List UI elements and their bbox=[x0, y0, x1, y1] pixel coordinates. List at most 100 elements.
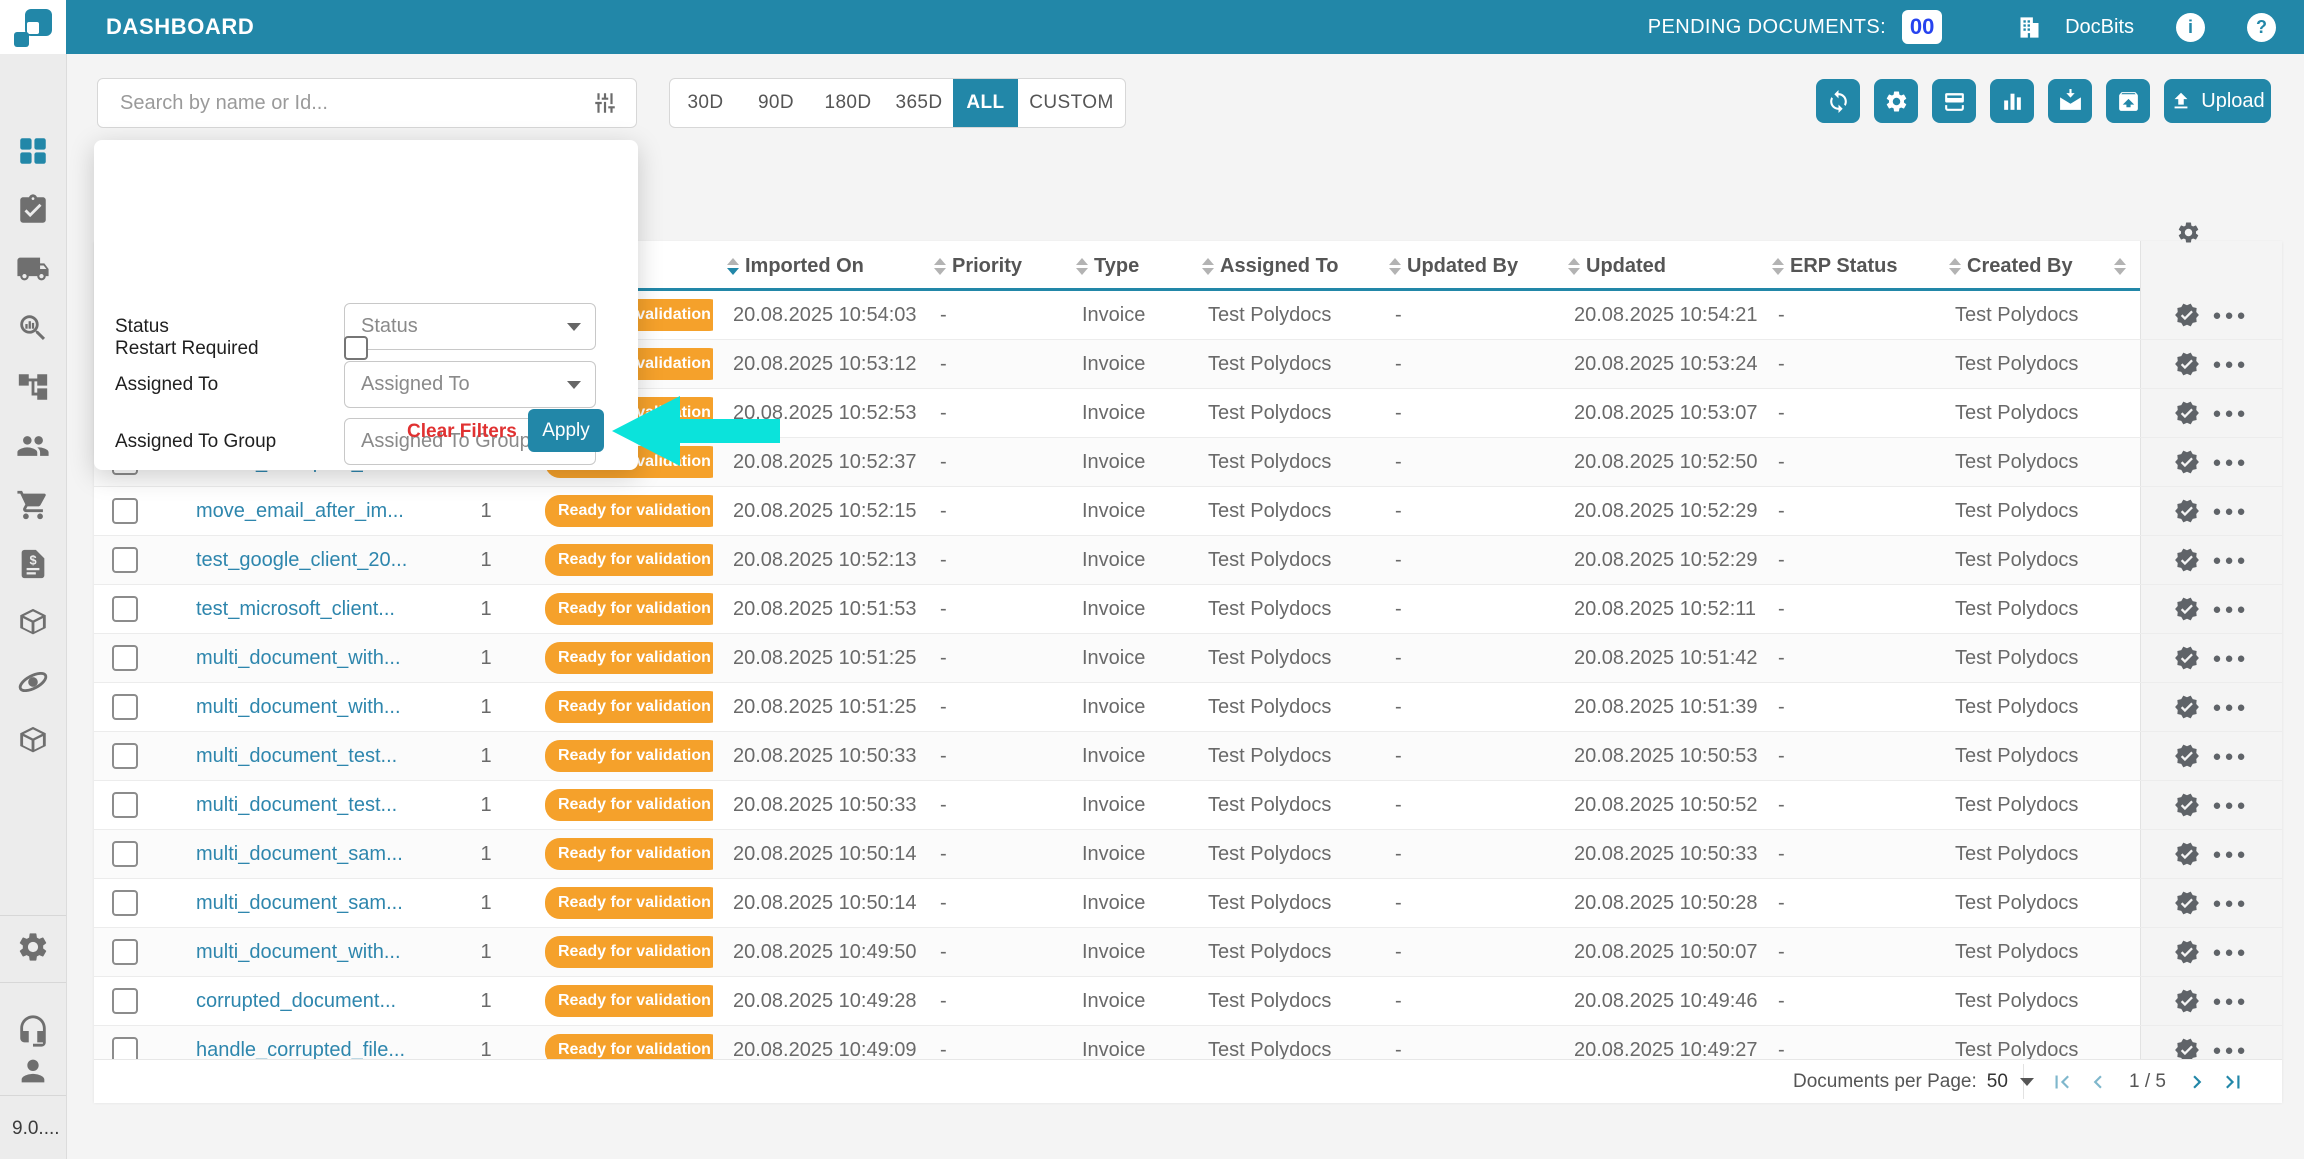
row-actions-menu-icon[interactable]: ●●● bbox=[2212, 601, 2248, 618]
scan-button[interactable] bbox=[1932, 79, 1976, 123]
validated-badge-icon[interactable] bbox=[2174, 400, 2200, 426]
sidebar-item-invoice[interactable]: $ bbox=[16, 547, 50, 581]
sidebar-item-shipping[interactable] bbox=[16, 252, 50, 286]
validated-badge-icon[interactable] bbox=[2174, 645, 2200, 671]
upload-button[interactable]: Upload bbox=[2164, 79, 2271, 123]
sidebar-item-tasks[interactable] bbox=[16, 193, 50, 227]
document-name-link[interactable]: multi_document_test... bbox=[196, 745, 397, 768]
document-name-link[interactable]: multi_document_with... bbox=[196, 647, 401, 670]
sidebar-item-cart[interactable] bbox=[16, 488, 50, 522]
analytics-bars-button[interactable] bbox=[1990, 79, 2034, 123]
sidebar-item-integrations[interactable] bbox=[16, 665, 50, 699]
validated-badge-icon[interactable] bbox=[2174, 547, 2200, 573]
archive-upload-button[interactable] bbox=[2106, 79, 2150, 123]
row-actions-menu-icon[interactable]: ●●● bbox=[2212, 944, 2248, 961]
range-button-custom[interactable]: CUSTOM bbox=[1018, 79, 1125, 127]
sort-icon[interactable] bbox=[2114, 258, 2126, 275]
sidebar-item-package-alt[interactable] bbox=[16, 724, 50, 758]
row-checkbox[interactable] bbox=[112, 596, 138, 622]
per-page-value[interactable]: 50 bbox=[1987, 1071, 2008, 1093]
row-checkbox[interactable] bbox=[112, 841, 138, 867]
validated-badge-icon[interactable] bbox=[2174, 792, 2200, 818]
sort-icon[interactable] bbox=[934, 258, 946, 275]
previous-page-icon[interactable] bbox=[2085, 1069, 2111, 1095]
row-actions-menu-icon[interactable]: ●●● bbox=[2212, 748, 2248, 765]
row-checkbox[interactable] bbox=[112, 792, 138, 818]
sort-icon[interactable] bbox=[1389, 258, 1401, 275]
validated-badge-icon[interactable] bbox=[2174, 988, 2200, 1014]
last-page-icon[interactable] bbox=[2220, 1069, 2246, 1095]
search-input[interactable] bbox=[118, 91, 592, 116]
row-actions-menu-icon[interactable]: ●●● bbox=[2212, 895, 2248, 912]
document-name-link[interactable]: multi_document_with... bbox=[196, 696, 401, 719]
sidebar-item-workflow[interactable] bbox=[16, 370, 50, 404]
column-header-erp-status[interactable]: ERP Status bbox=[1758, 241, 1935, 291]
validated-badge-icon[interactable] bbox=[2174, 694, 2200, 720]
row-checkbox[interactable] bbox=[112, 645, 138, 671]
sidebar-item-dashboard[interactable] bbox=[16, 134, 50, 168]
column-header-type[interactable]: Type bbox=[1062, 241, 1188, 291]
document-name-link[interactable]: test_microsoft_client... bbox=[196, 598, 395, 621]
range-button-all[interactable]: ALL bbox=[953, 79, 1018, 127]
validated-badge-icon[interactable] bbox=[2174, 302, 2200, 328]
row-actions-menu-icon[interactable]: ●●● bbox=[2212, 650, 2248, 667]
restart-required-checkbox[interactable] bbox=[344, 336, 368, 360]
row-checkbox[interactable] bbox=[112, 498, 138, 524]
row-checkbox[interactable] bbox=[112, 547, 138, 573]
docbits-logo-icon[interactable] bbox=[14, 9, 52, 47]
row-actions-menu-icon[interactable]: ●●● bbox=[2212, 503, 2248, 520]
validated-badge-icon[interactable] bbox=[2174, 939, 2200, 965]
organization-menu[interactable]: DocBits bbox=[1980, 14, 2134, 41]
document-name-link[interactable]: multi_document_sam... bbox=[196, 843, 403, 866]
sort-icon[interactable] bbox=[1202, 258, 1214, 275]
column-header-updated-by[interactable]: Updated By bbox=[1375, 241, 1554, 291]
column-header-priority[interactable]: Priority bbox=[920, 241, 1062, 291]
row-checkbox[interactable] bbox=[112, 939, 138, 965]
validated-badge-icon[interactable] bbox=[2174, 890, 2200, 916]
row-actions-menu-icon[interactable]: ●●● bbox=[2212, 405, 2248, 422]
sidebar-item-profile[interactable] bbox=[16, 1054, 50, 1088]
document-name-link[interactable]: multi_document_test... bbox=[196, 794, 397, 817]
info-icon[interactable]: i bbox=[2176, 13, 2205, 42]
sort-icon[interactable] bbox=[1772, 258, 1784, 275]
row-actions-menu-icon[interactable]: ●●● bbox=[2212, 356, 2248, 373]
sidebar-item-analytics[interactable] bbox=[16, 311, 50, 345]
first-page-icon[interactable] bbox=[2049, 1069, 2075, 1095]
sidebar-item-settings[interactable] bbox=[16, 930, 50, 964]
per-page-caret-icon[interactable] bbox=[2020, 1078, 2034, 1086]
next-page-icon[interactable] bbox=[2184, 1069, 2210, 1095]
clear-filters-button[interactable]: Clear Filters bbox=[407, 421, 517, 443]
validated-badge-icon[interactable] bbox=[2174, 498, 2200, 524]
document-name-link[interactable]: multi_document_sam... bbox=[196, 892, 403, 915]
range-button-365d[interactable]: 365D bbox=[885, 79, 953, 127]
assigned-to-select[interactable]: Assigned To bbox=[344, 361, 596, 408]
validated-badge-icon[interactable] bbox=[2174, 596, 2200, 622]
row-checkbox[interactable] bbox=[112, 694, 138, 720]
column-header-assigned-to[interactable]: Assigned To bbox=[1188, 241, 1375, 291]
row-actions-menu-icon[interactable]: ●●● bbox=[2212, 699, 2248, 716]
row-checkbox[interactable] bbox=[112, 890, 138, 916]
document-name-link[interactable]: move_email_after_im... bbox=[196, 500, 404, 523]
row-actions-menu-icon[interactable]: ●●● bbox=[2212, 846, 2248, 863]
row-checkbox[interactable] bbox=[112, 988, 138, 1014]
row-actions-menu-icon[interactable]: ●●● bbox=[2212, 797, 2248, 814]
row-actions-menu-icon[interactable]: ●●● bbox=[2212, 307, 2248, 324]
sort-icon[interactable] bbox=[1949, 258, 1961, 275]
range-button-180d[interactable]: 180D bbox=[811, 79, 885, 127]
filter-tune-icon[interactable] bbox=[592, 90, 618, 116]
status-select[interactable]: Status bbox=[344, 303, 596, 350]
validated-badge-icon[interactable] bbox=[2174, 351, 2200, 377]
table-settings-icon[interactable] bbox=[2176, 220, 2201, 245]
settings-button[interactable] bbox=[1874, 79, 1918, 123]
row-actions-menu-icon[interactable]: ●●● bbox=[2212, 993, 2248, 1010]
sidebar-item-support[interactable] bbox=[16, 1014, 50, 1048]
range-button-30d[interactable]: 30D bbox=[670, 79, 741, 127]
sort-icon[interactable] bbox=[727, 258, 739, 275]
row-actions-menu-icon[interactable]: ●●● bbox=[2212, 552, 2248, 569]
validated-badge-icon[interactable] bbox=[2174, 743, 2200, 769]
export-mail-button[interactable] bbox=[2048, 79, 2092, 123]
document-name-link[interactable]: test_google_client_20... bbox=[196, 549, 407, 572]
column-header-created-by[interactable]: Created By bbox=[1935, 241, 2140, 291]
refresh-button[interactable] bbox=[1816, 79, 1860, 123]
row-checkbox[interactable] bbox=[112, 743, 138, 769]
